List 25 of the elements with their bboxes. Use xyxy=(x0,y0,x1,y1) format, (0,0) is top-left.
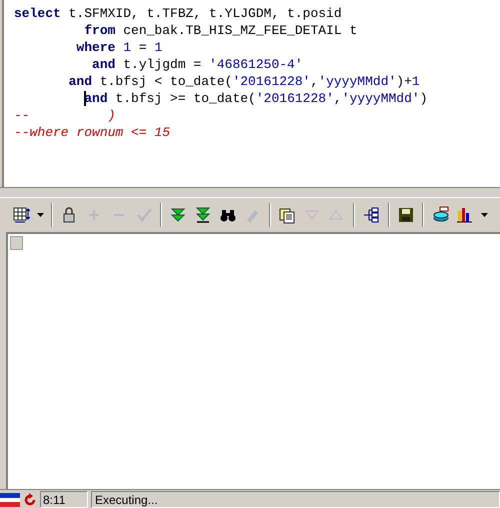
time-panel: 8:11 xyxy=(40,491,88,508)
code-editor[interactable] xyxy=(2,0,500,187)
double-down-arrow-icon xyxy=(169,206,188,224)
caret-icon xyxy=(480,213,488,217)
status-message: Executing... xyxy=(91,491,500,508)
code-line: --where rownum <= 15 xyxy=(14,124,172,141)
code-line: and t.bfsj >= to_date('20161228','yyyyMMdd') xyxy=(83,90,429,107)
flag-icon xyxy=(0,492,20,506)
save-icon xyxy=(396,206,415,224)
code-line: select t.SFMXID, t.TFBZ, t.YLJGDM, t.posid xyxy=(14,5,343,22)
refresh-icon[interactable] xyxy=(23,492,37,506)
down-arrow-bar-icon xyxy=(194,206,212,224)
code-line: -- ) xyxy=(14,107,116,124)
caret-icon xyxy=(36,213,44,217)
documents-icon xyxy=(278,206,296,224)
bar-chart-icon xyxy=(456,206,474,224)
code-line: and t.bfsj < to_date('20161228','yyyyMMdd')+1 xyxy=(68,73,421,90)
code-line: where 1 = 1 xyxy=(75,39,164,56)
code-line: from cen_bak.TB_HIS_MZ_FEE_DETAIL t xyxy=(83,22,358,39)
code-line: and t.yljgdm = '46861250-4' xyxy=(91,56,304,73)
database-icon xyxy=(432,206,450,224)
check-icon xyxy=(134,206,153,224)
grid-corner-cell xyxy=(10,236,23,250)
tree-icon xyxy=(362,206,380,224)
grid-icon xyxy=(12,206,30,224)
